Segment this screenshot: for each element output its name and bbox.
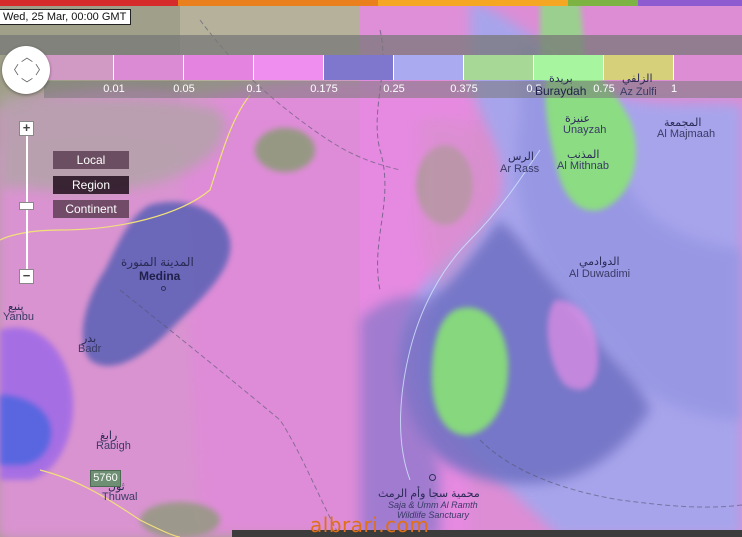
place-ar-rass: Ar Rass bbox=[500, 163, 540, 175]
color-band-yellow bbox=[378, 0, 568, 6]
place-sanctuary-ar: محمية سجا وأم الرمث bbox=[378, 488, 480, 500]
legend-tick-label: 0.1 bbox=[246, 83, 262, 95]
legend-tick-label: 0.75 bbox=[593, 83, 615, 95]
pan-right-icon[interactable]: 〉 bbox=[35, 64, 47, 76]
watermark: albrari.com bbox=[310, 513, 430, 537]
legend-tick-label: 0.175 bbox=[310, 83, 338, 95]
legend-tick-label: 0.25 bbox=[383, 83, 405, 95]
legend-swatch bbox=[254, 55, 324, 80]
legend-swatch bbox=[184, 55, 254, 80]
legend-tick-label: 0.375 bbox=[450, 83, 478, 95]
legend-swatch bbox=[394, 55, 464, 80]
legend-swatch bbox=[44, 55, 114, 80]
legend-swatch bbox=[464, 55, 534, 80]
place-medina: Medina bbox=[139, 269, 181, 283]
legend-swatch bbox=[114, 55, 184, 80]
place-thuwal: Thuwal bbox=[102, 491, 138, 503]
color-band-orange bbox=[178, 0, 378, 6]
timeline-bar[interactable] bbox=[232, 530, 742, 537]
place-badr: Badr bbox=[78, 343, 102, 355]
medina-marker-icon bbox=[161, 286, 166, 291]
road-number-badge: 5760 bbox=[90, 470, 121, 487]
pan-up-icon[interactable]: ︿ bbox=[21, 51, 33, 63]
pan-control[interactable]: ︿ ﹀ 〈 〉 bbox=[2, 46, 50, 94]
legend-tick-label: 0.01 bbox=[103, 83, 125, 95]
color-band-red bbox=[0, 0, 178, 6]
forecast-date-label: Wed, 25 Mar, 00:00 GMT bbox=[0, 9, 132, 25]
zoom-slider-knob[interactable] bbox=[19, 202, 34, 210]
place-az-zulfi-ar: الزلفي bbox=[622, 73, 653, 85]
place-medina-ar: المدينة المنورة bbox=[121, 255, 194, 269]
place-ar-rass-ar: الرس bbox=[508, 151, 534, 163]
place-al-majmaah: Al Majmaah bbox=[657, 128, 716, 140]
place-al-duwadimi: Al Duwadimi bbox=[569, 268, 631, 280]
precip-legend bbox=[44, 55, 674, 80]
zoom-out-button[interactable]: − bbox=[19, 269, 34, 284]
sanctuary-marker-icon bbox=[429, 474, 436, 481]
legend-color-strip bbox=[0, 0, 742, 6]
place-al-mithnab: Al Mithnab bbox=[557, 160, 609, 172]
place-az-zulfi: Az Zulfi bbox=[620, 86, 657, 98]
pan-left-icon[interactable]: 〈 bbox=[7, 64, 19, 76]
legend-tick-label: 0.05 bbox=[173, 83, 195, 95]
place-al-duwadimi-ar: الدوادمي bbox=[579, 256, 620, 268]
place-sanctuary-line1: Saja & Umm Al Ramth bbox=[388, 500, 478, 510]
place-buraydah: Buraydah bbox=[535, 84, 587, 98]
zoom-in-button[interactable]: + bbox=[19, 121, 34, 136]
legend-swatch bbox=[324, 55, 394, 80]
pan-down-icon[interactable]: ﹀ bbox=[21, 78, 33, 90]
color-band-purple bbox=[638, 0, 742, 6]
legend-header-band bbox=[0, 35, 742, 55]
scale-region-button[interactable]: Region bbox=[53, 176, 129, 194]
scale-local-button[interactable]: Local bbox=[53, 151, 129, 169]
legend-tick-label: 1 bbox=[670, 83, 678, 95]
place-unayzah: Unayzah bbox=[563, 124, 607, 136]
place-yanbu: Yanbu bbox=[3, 311, 34, 323]
color-band-green bbox=[568, 0, 638, 6]
scale-continent-button[interactable]: Continent bbox=[53, 200, 129, 218]
place-rabigh: Rabigh bbox=[96, 440, 131, 452]
